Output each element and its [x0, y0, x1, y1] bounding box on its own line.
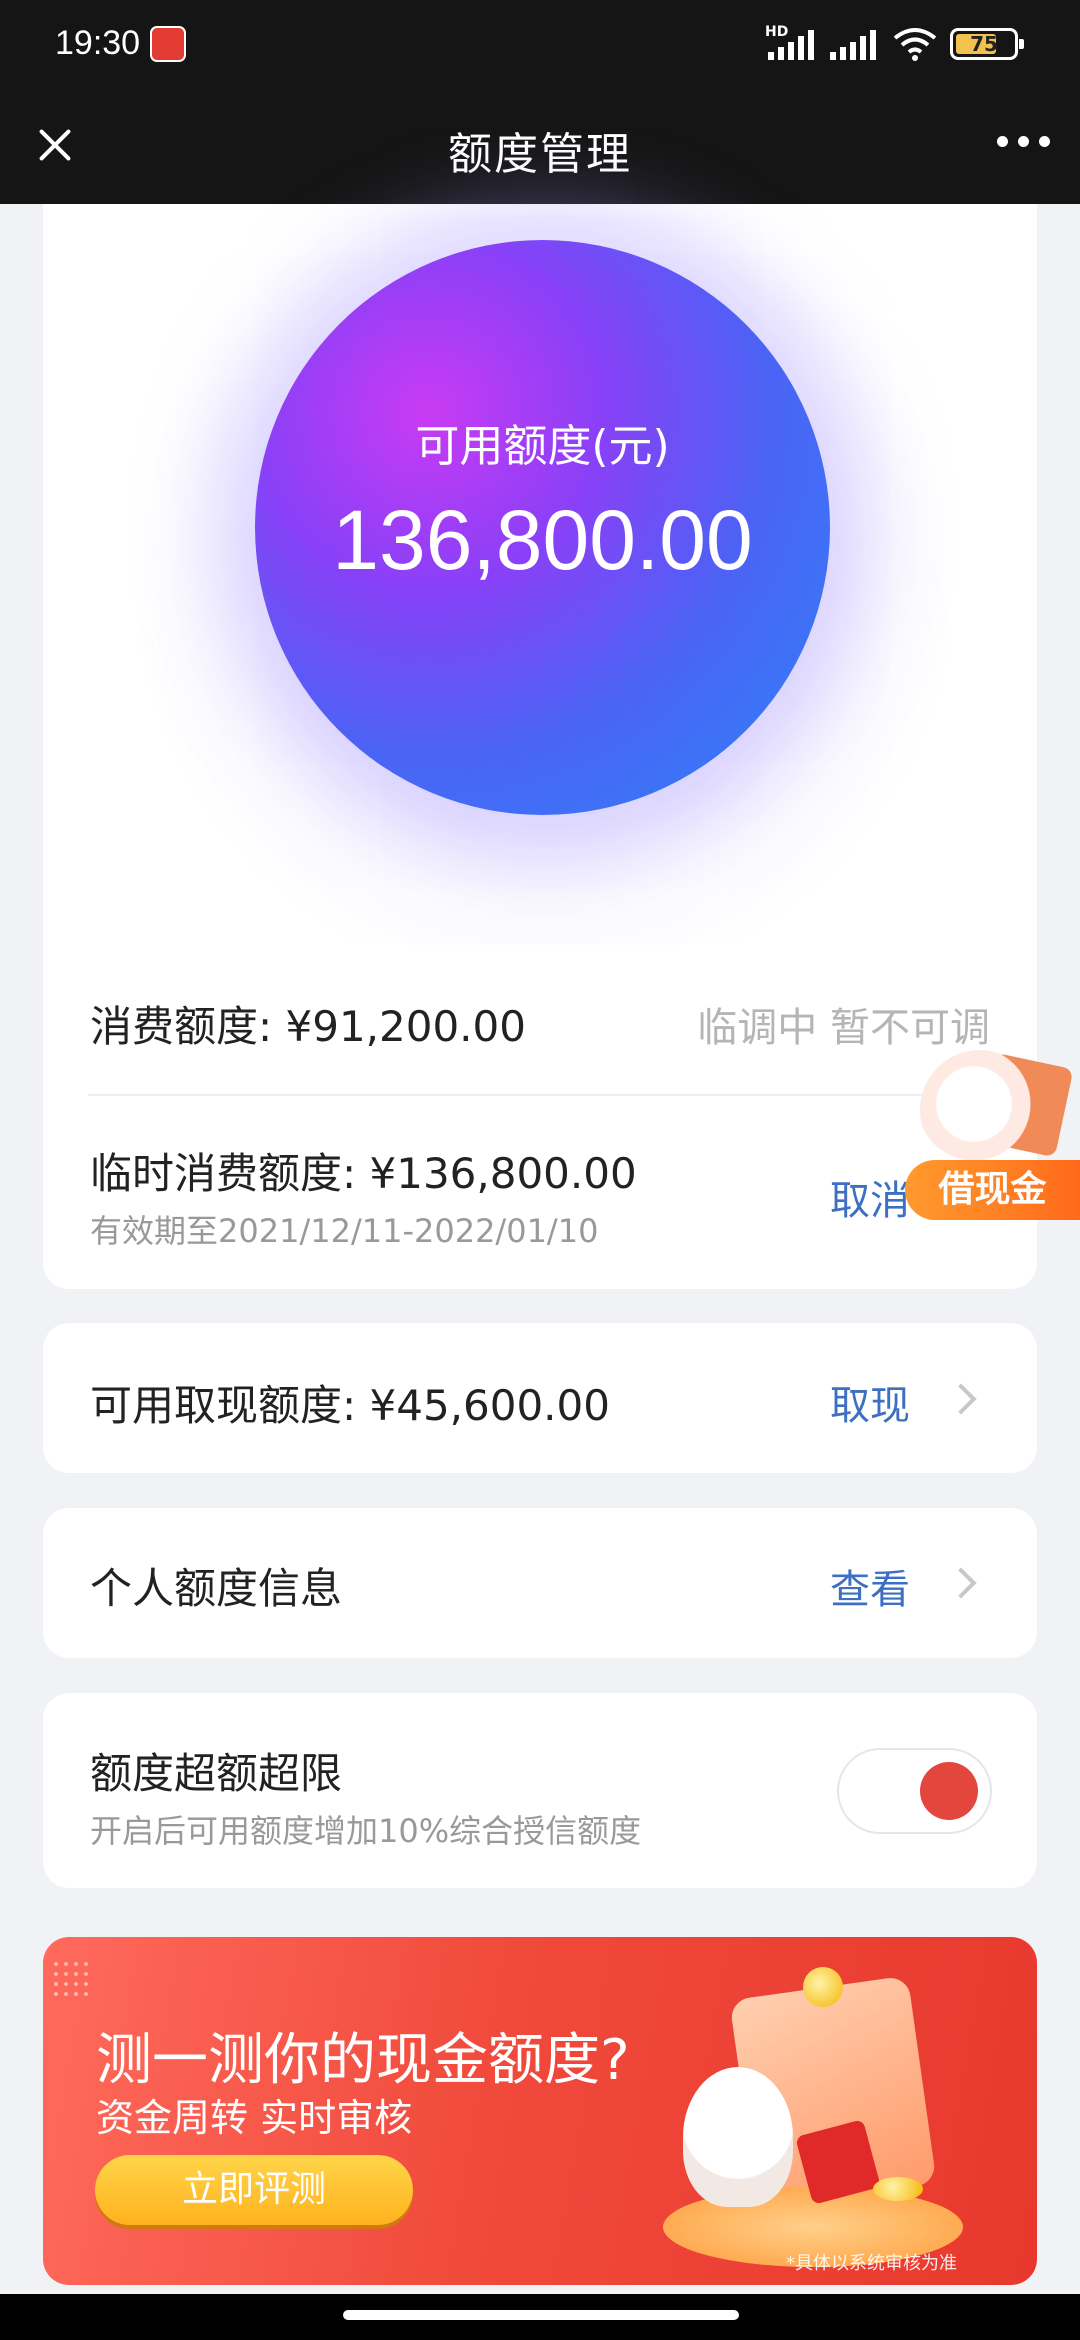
consumption-status: 临调中 暂不可调: [697, 1005, 990, 1051]
signal-strength-icon: [768, 30, 814, 60]
borrow-cash-label: 借现金: [905, 1160, 1080, 1220]
cash-assessment-banner[interactable]: 测一测你的现金额度? 资金周转 实时审核 立即评测 *具体以系统审核为准: [43, 1937, 1037, 2285]
battery-icon: 75: [950, 28, 1024, 60]
cash-limit-label: 可用取现额度: ¥45,600.00: [90, 1381, 610, 1430]
status-bar: 19:30 HD 75: [0, 0, 1080, 88]
overlimit-description: 开启后可用额度增加10%综合授信额度: [90, 1812, 642, 1850]
wifi-icon: [893, 28, 937, 61]
mascot-illustration: [683, 2067, 793, 2207]
mascot-icon: [920, 1050, 1040, 1170]
signal-strength-icon-2: [830, 30, 876, 60]
temp-consumption-label: 临时消费额度: ¥136,800.00: [90, 1149, 637, 1198]
banner-title: 测一测你的现金额度?: [96, 2028, 630, 2093]
overlimit-toggle[interactable]: [837, 1748, 992, 1834]
banner-subtitle: 资金周转 实时审核: [96, 2096, 413, 2140]
home-indicator[interactable]: [343, 2310, 739, 2320]
divider: [88, 1094, 1036, 1096]
personal-limit-label: 个人额度信息: [90, 1564, 343, 1613]
dots-decoration: [51, 1959, 91, 1999]
more-options-icon[interactable]: [997, 136, 1050, 147]
title-bar: 额度管理: [0, 88, 1080, 204]
toggle-knob: [920, 1762, 978, 1820]
banner-disclaimer: *具体以系统审核为准: [786, 2253, 957, 2274]
view-link[interactable]: 查看: [830, 1557, 910, 1615]
app-notification-icon: [150, 26, 186, 62]
assess-now-button[interactable]: 立即评测: [95, 2155, 413, 2225]
coin-icon: [803, 1967, 843, 2007]
temp-consumption-validity: 有效期至2021/12/11-2022/01/10: [90, 1212, 599, 1250]
battery-level: 75: [970, 32, 998, 56]
coin-icon: [873, 2177, 923, 2201]
cancel-temp-button[interactable]: 取消: [830, 1168, 910, 1226]
overlimit-label: 额度超额超限: [90, 1749, 343, 1798]
borrow-cash-float-button[interactable]: 借现金: [905, 1050, 1080, 1220]
withdraw-link[interactable]: 取现: [830, 1373, 910, 1431]
consumption-limit-label: 消费额度: ¥91,200.00: [90, 1002, 526, 1051]
page-title: 额度管理: [448, 129, 632, 180]
available-credit-value: 136,800.00: [332, 493, 753, 587]
available-credit-label: 可用额度(元): [415, 421, 670, 472]
status-time: 19:30: [55, 24, 141, 62]
